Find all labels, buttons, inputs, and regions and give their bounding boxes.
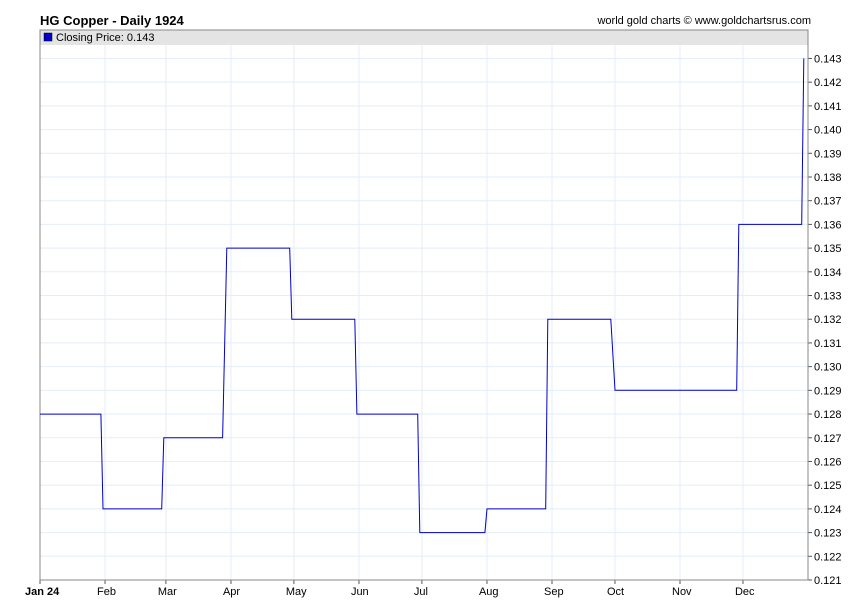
y-tick-label: 0.142 [814,77,842,89]
x-tick-label: Oct [607,586,624,598]
x-tick-label: Jan 24 [25,586,60,598]
y-tick-label: 0.143 [814,53,842,65]
y-tick-label: 0.141 [814,101,842,113]
y-tick-label: 0.126 [814,456,842,468]
y-tick-label: 0.139 [814,148,842,160]
y-tick-label: 0.137 [814,196,842,208]
chart-container: HG Copper - Daily 1924 world gold charts… [0,0,850,616]
y-tick-label: 0.127 [814,433,842,445]
legend-label: Closing Price: 0.143 [56,32,154,44]
x-tick-label: May [286,586,307,598]
y-tick-label: 0.140 [814,125,842,137]
x-tick-label: Aug [479,586,499,598]
y-tick-label: 0.131 [814,338,842,350]
x-tick-label: Apr [223,586,240,598]
x-tick-label: Nov [672,586,692,598]
y-tick-label: 0.132 [814,314,842,326]
y-tick-label: 0.129 [814,385,842,397]
x-tick-label: Mar [158,586,177,598]
legend-band [40,30,808,45]
y-tick-label: 0.134 [814,267,842,279]
x-tick-label: Sep [544,586,564,598]
chart-plot: 0.121 0.122 0.123 0.124 0.125 0.126 0.127 0.128… [25,29,842,598]
legend-swatch [43,32,53,42]
x-tick-label: Dec [735,586,755,598]
y-tick-label: 0.133 [814,291,842,303]
y-tick-label: 0.128 [814,409,842,421]
y-tick-label: 0.121 [814,575,842,587]
y-tick-label: 0.124 [814,504,842,516]
y-tick-label: 0.125 [814,480,842,492]
plot-background [40,30,808,580]
y-tick-label: 0.135 [814,243,842,255]
y-tick-label: 0.138 [814,172,842,184]
x-tick-label: Jun [351,586,369,598]
y-tick-label: 0.123 [814,528,842,540]
x-tick-label: Feb [97,586,116,598]
y-tick-label: 0.122 [814,551,842,563]
y-tick-label: 0.130 [814,362,842,374]
x-tick-label: Jul [414,586,428,598]
y-tick-label: 0.136 [814,219,842,231]
